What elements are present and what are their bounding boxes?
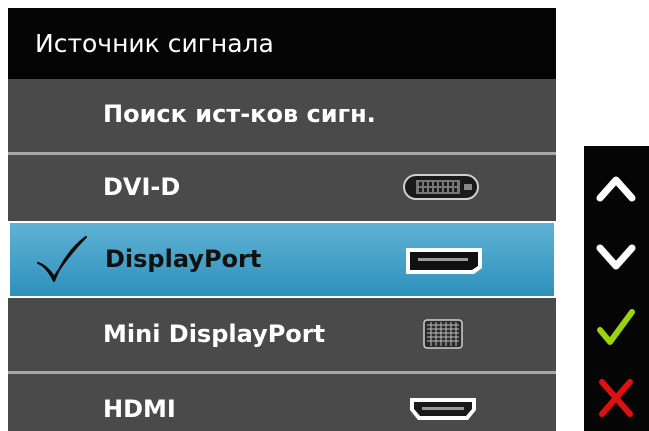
dvi-port-icon (403, 174, 479, 200)
menu-item-displayport[interactable]: DisplayPort (8, 221, 556, 298)
down-button[interactable] (584, 226, 649, 288)
menu-item-label: DVI-D (103, 173, 181, 201)
check-icon (597, 309, 635, 345)
menu-item-mini-displayport[interactable]: Mini DisplayPort (8, 298, 556, 371)
close-button[interactable] (584, 366, 649, 428)
menu-item-label: DisplayPort (105, 245, 262, 273)
menu-item-hdmi[interactable]: HDMI (8, 371, 556, 431)
chevron-up-icon (596, 176, 636, 202)
menu-item-label: Поиск ист-ков сигн. (103, 100, 376, 128)
button-guide-panel (584, 146, 649, 431)
osd-menu: Источник сигнала Поиск ист-ков сигн. DVI… (8, 8, 556, 431)
close-icon (599, 379, 633, 417)
mini-displayport-icon (423, 319, 463, 349)
menu-item-auto-select[interactable]: Поиск ист-ков сигн. (8, 79, 556, 150)
menu-item-dvi-d[interactable]: DVI-D (8, 152, 556, 219)
displayport-icon (406, 248, 482, 274)
selected-check-icon (37, 236, 87, 282)
menu-item-label: HDMI (103, 395, 176, 423)
up-button[interactable] (584, 156, 649, 218)
hdmi-port-icon (410, 398, 476, 420)
menu-title: Источник сигнала (8, 8, 556, 79)
menu-item-label: Mini DisplayPort (103, 320, 326, 348)
confirm-button[interactable] (584, 296, 649, 358)
chevron-down-icon (596, 244, 636, 270)
